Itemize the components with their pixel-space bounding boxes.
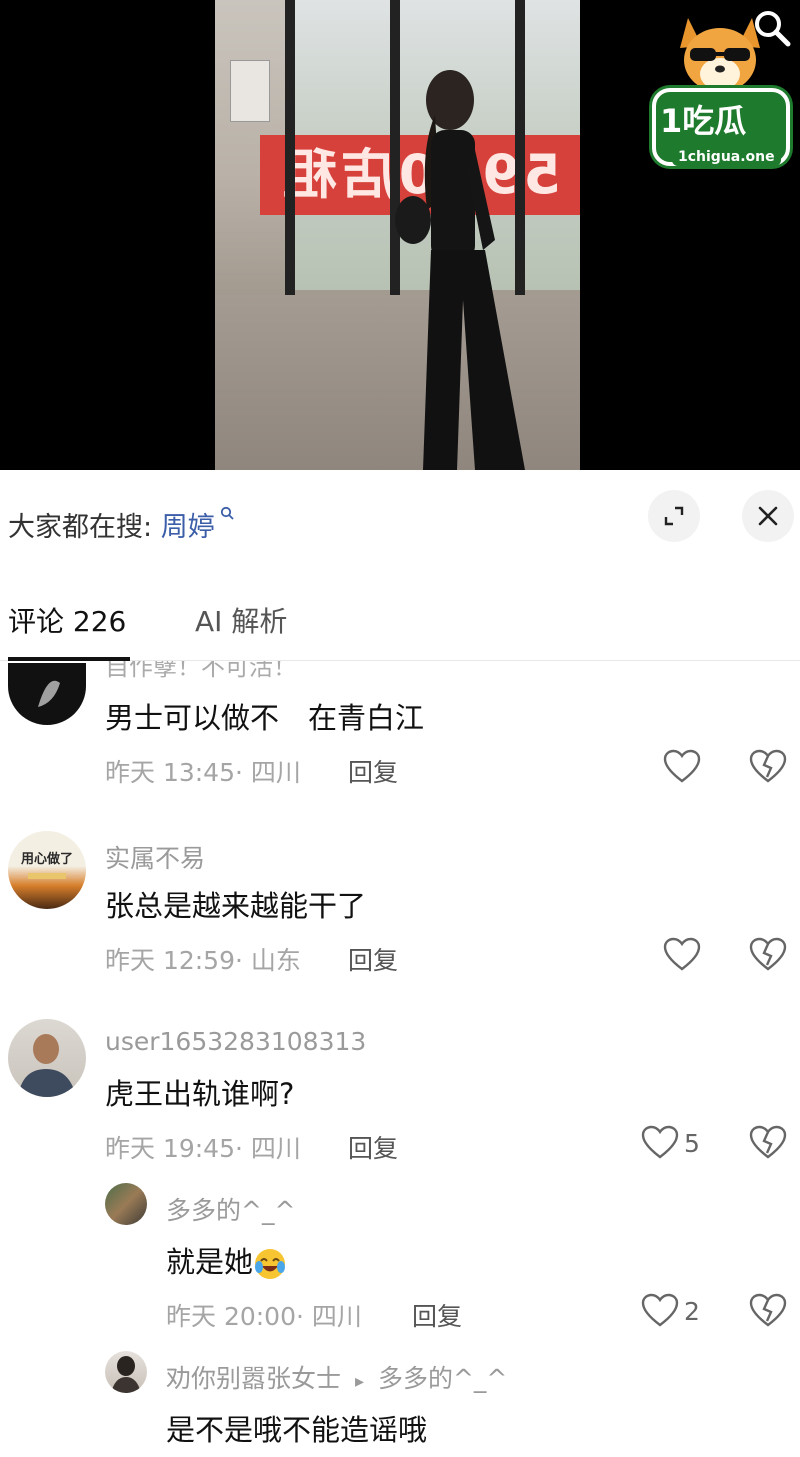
broken-heart-icon[interactable] bbox=[748, 1123, 788, 1163]
comment-text: 男士可以做不 在青白江 bbox=[105, 701, 425, 735]
search-suggestion[interactable]: 大家都在搜: 周婷 bbox=[8, 505, 234, 544]
close-button[interactable] bbox=[742, 490, 794, 542]
cut-off-text: 自作孽！不可活！ bbox=[105, 661, 297, 681]
search-icon bbox=[215, 505, 234, 524]
reply-to-arrow-icon: ▸ bbox=[354, 1371, 365, 1392]
tab-ai-analysis[interactable]: AI 解析 bbox=[195, 600, 287, 640]
avatar[interactable] bbox=[8, 663, 86, 725]
reply-username[interactable]: 劝你别嚣张女士 bbox=[166, 1364, 341, 1393]
comment-meta: 昨天 12:59· 山东 bbox=[105, 946, 301, 975]
door-notice bbox=[230, 60, 270, 122]
logo-url: 1chigua.one bbox=[672, 148, 781, 166]
search-prefix: 大家都在搜: bbox=[8, 512, 153, 543]
reply-button[interactable]: 回复 bbox=[412, 1297, 462, 1333]
reply-text: 是不是哦不能造谣哦 bbox=[166, 1413, 428, 1447]
avatar[interactable] bbox=[8, 1019, 86, 1097]
person-walking bbox=[395, 70, 525, 470]
comment-tabs: 评论 226 AI 解析 bbox=[0, 580, 800, 661]
logo-text: 1吃瓜 bbox=[660, 102, 747, 140]
close-icon bbox=[758, 506, 778, 526]
comment-text: 张总是越来越能干了 bbox=[105, 889, 367, 923]
avatar[interactable] bbox=[105, 1351, 147, 1393]
broken-heart-icon[interactable] bbox=[748, 1291, 788, 1331]
comment-username[interactable]: 实属不易 bbox=[105, 839, 205, 875]
laughing-crying-emoji bbox=[255, 1249, 286, 1279]
expand-button[interactable] bbox=[648, 490, 700, 542]
reply-meta: 昨天 20:00· 四川 bbox=[166, 1302, 362, 1331]
comment-list[interactable]: 自作孽！不可活！ 男士可以做不 在青白江 昨天 13:45· 四川 回复 用心做… bbox=[0, 661, 800, 1457]
comment-meta: 昨天 19:45· 四川 bbox=[105, 1134, 301, 1163]
avatar[interactable] bbox=[105, 1183, 147, 1225]
tab-comments[interactable]: 评论 226 bbox=[8, 600, 126, 640]
heart-icon[interactable] bbox=[662, 935, 702, 975]
video-player[interactable]: 5990店租 1吃瓜 1chigua.one bbox=[0, 0, 800, 470]
search-keyword[interactable]: 周婷 bbox=[161, 512, 215, 543]
comment-text: 虎王出轨谁啊? bbox=[105, 1077, 295, 1111]
video-frame: 5990店租 bbox=[215, 0, 580, 470]
search-hint-bar: 大家都在搜: 周婷 bbox=[0, 470, 800, 580]
expand-icon bbox=[664, 506, 684, 526]
search-icon bbox=[755, 11, 791, 47]
like-count: 2 bbox=[684, 1297, 700, 1326]
reply-text: 就是她 bbox=[166, 1245, 254, 1279]
comment-username[interactable]: user1653283108313 bbox=[105, 1027, 366, 1056]
avatar-text: 用心做了 bbox=[20, 851, 73, 867]
reply-username[interactable]: 多多的^_^ bbox=[166, 1191, 295, 1227]
reply-to-username[interactable]: 多多的^_^ bbox=[378, 1364, 507, 1393]
like-count: 5 bbox=[684, 1129, 700, 1158]
reply-button[interactable]: 回复 bbox=[348, 941, 398, 977]
heart-icon[interactable] bbox=[640, 1291, 680, 1331]
reply-text-row: 就是她 bbox=[166, 1239, 287, 1281]
reply-username-row: 劝你别嚣张女士 ▸ 多多的^_^ bbox=[166, 1359, 507, 1395]
broken-heart-icon[interactable] bbox=[748, 747, 788, 787]
heart-icon[interactable] bbox=[640, 1123, 680, 1163]
heart-icon[interactable] bbox=[662, 747, 702, 787]
reply-button[interactable]: 回复 bbox=[348, 1129, 398, 1165]
avatar[interactable]: 用心做了 bbox=[8, 831, 86, 909]
comment-meta: 昨天 13:45· 四川 bbox=[105, 758, 301, 787]
broken-heart-icon[interactable] bbox=[748, 935, 788, 975]
brand-logo: 1吃瓜 1chigua.one bbox=[652, 8, 792, 178]
reply-button[interactable]: 回复 bbox=[348, 753, 398, 789]
